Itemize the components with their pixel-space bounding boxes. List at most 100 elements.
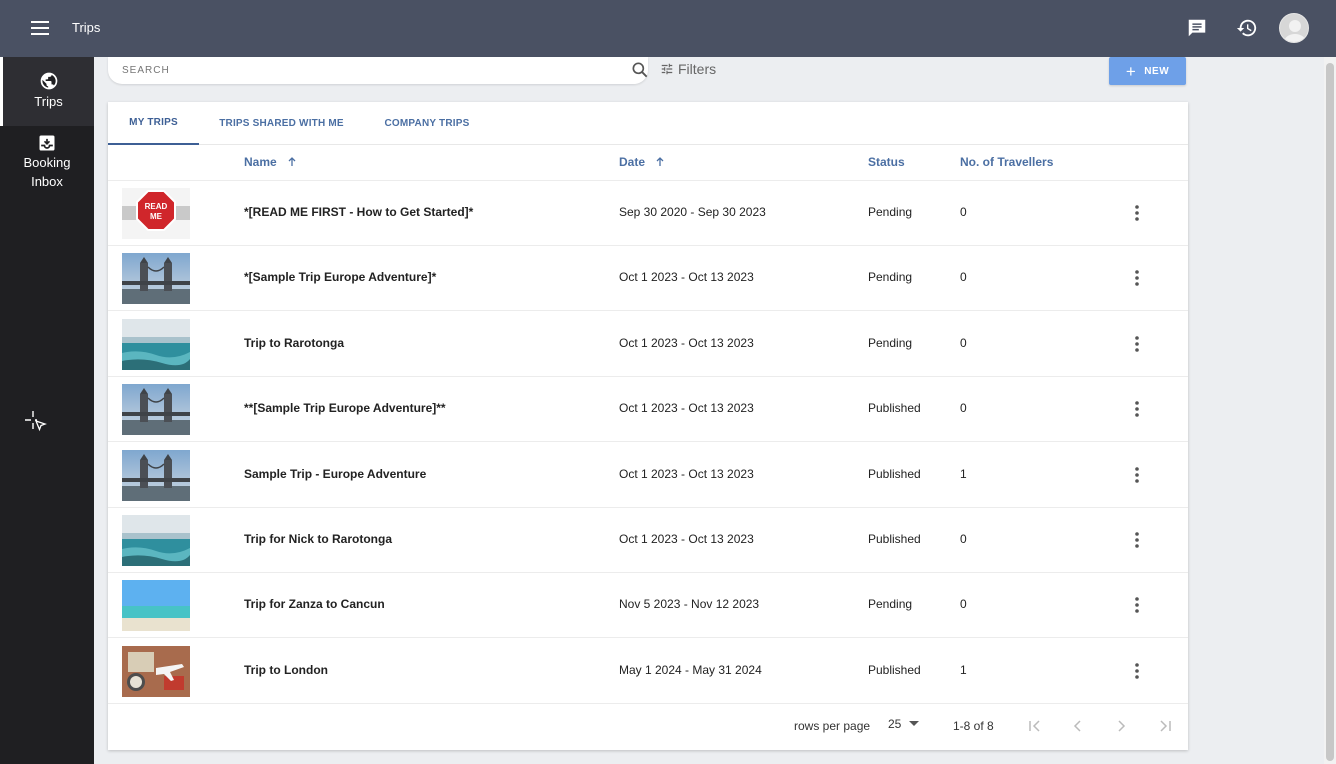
history-icon[interactable] xyxy=(1233,14,1261,42)
trip-name[interactable]: Trip to London xyxy=(244,663,328,677)
trip-status: Pending xyxy=(868,335,913,350)
sidebar-item-trips[interactable]: Trips xyxy=(0,57,94,126)
trip-date: Sep 30 2020 - Sep 30 2023 xyxy=(619,205,766,219)
more-vert-icon[interactable] xyxy=(1130,266,1144,290)
table-row[interactable]: Sample Trip - Europe Adventure Oct 1 2023… xyxy=(108,443,1188,508)
last-page-icon[interactable] xyxy=(1155,716,1175,736)
trip-status: Pending xyxy=(868,597,913,612)
inbox-icon xyxy=(39,135,55,151)
sort-ascending-icon xyxy=(288,157,296,166)
trip-name[interactable]: Trip for Zanza to Cancun xyxy=(244,597,385,611)
column-header-status[interactable]: Status xyxy=(868,155,905,169)
sidebar-item-booking-inbox[interactable]: Booking Inbox xyxy=(0,130,94,192)
scrollbar-thumb[interactable] xyxy=(1326,63,1334,761)
trip-travellers: 0 xyxy=(960,335,967,350)
previous-page-icon[interactable] xyxy=(1068,716,1088,736)
trip-date: Oct 1 2023 - Oct 13 2023 xyxy=(619,532,754,546)
search-input[interactable] xyxy=(122,61,602,79)
trip-thumbnail xyxy=(122,645,190,697)
trip-status: Published xyxy=(868,532,921,546)
sidebar-item-label: Booking xyxy=(23,155,71,170)
trip-travellers: 0 xyxy=(960,270,967,285)
search-icon[interactable] xyxy=(630,60,650,85)
trip-thumbnail xyxy=(122,253,190,305)
trip-thumbnail xyxy=(122,449,190,501)
table-row[interactable]: *[Sample Trip Europe Adventure]* Oct 1 20… xyxy=(108,246,1188,312)
more-vert-icon[interactable] xyxy=(1130,659,1144,683)
table-row[interactable]: READ ME *[READ ME FIRST - How to Get Start… xyxy=(108,181,1188,246)
rows-per-page-select[interactable]: 25 xyxy=(888,717,920,731)
sort-ascending-icon xyxy=(656,157,664,166)
sidebar-item-label: Trips xyxy=(34,94,63,109)
trip-thumbnail xyxy=(122,384,190,436)
filters-button[interactable]: Filters xyxy=(660,61,716,77)
trip-date: Oct 1 2023 - Oct 13 2023 xyxy=(619,270,754,285)
trip-status: Pending xyxy=(868,205,913,219)
chat-icon[interactable] xyxy=(1183,14,1211,42)
column-header-label: No. of Travellers xyxy=(960,155,1054,169)
trip-name[interactable]: Sample Trip - Europe Adventure xyxy=(244,467,426,481)
table-row[interactable]: Trip to Rarotonga Oct 1 2023 - Oct 13 202… xyxy=(108,312,1188,377)
trip-date: Oct 1 2023 - Oct 13 2023 xyxy=(619,401,754,416)
first-page-icon[interactable] xyxy=(1025,716,1045,736)
trip-thumbnail xyxy=(122,318,190,370)
new-trip-button[interactable]: + NEW xyxy=(1109,57,1186,85)
trip-name[interactable]: *[Sample Trip Europe Adventure]* xyxy=(244,270,436,284)
sidebar-item-label: Inbox xyxy=(31,174,63,189)
filters-label: Filters xyxy=(678,61,717,77)
trip-name[interactable]: **[Sample Trip Europe Adventure]** xyxy=(244,401,446,415)
tab-company-trips[interactable]: COMPANY TRIPS xyxy=(372,102,482,145)
top-app-bar: Trips xyxy=(0,0,1336,57)
column-header-label: Status xyxy=(868,155,905,169)
tab-trips-shared-with-me[interactable]: TRIPS SHARED WITH ME xyxy=(209,102,354,145)
plus-icon: + xyxy=(1125,61,1137,81)
more-vert-icon[interactable] xyxy=(1130,463,1144,487)
table-row[interactable]: **[Sample Trip Europe Adventure]** Oct 1 … xyxy=(108,377,1188,443)
trip-travellers: 0 xyxy=(960,532,967,546)
hamburger-menu-icon[interactable] xyxy=(26,16,54,40)
pagination-bar: rows per page 25 1-8 of 8 xyxy=(108,702,1188,750)
trip-name[interactable]: Trip for Nick to Rarotonga xyxy=(244,532,392,546)
page-scrollbar[interactable] xyxy=(1324,57,1336,764)
trip-travellers: 0 xyxy=(960,401,967,416)
trip-name[interactable]: *[READ ME FIRST - How to Get Started]* xyxy=(244,205,473,219)
table-row[interactable]: Trip to London May 1 2024 - May 31 2024 Pu… xyxy=(108,639,1188,704)
trip-name[interactable]: Trip to Rarotonga xyxy=(244,336,344,350)
more-vert-icon[interactable] xyxy=(1130,201,1144,225)
app-title: Trips xyxy=(72,20,101,35)
column-header-label: Date xyxy=(619,155,646,169)
tab-bar: MY TRIPS TRIPS SHARED WITH ME COMPANY TR… xyxy=(108,102,1188,145)
trip-travellers: 1 xyxy=(960,466,967,481)
more-vert-icon[interactable] xyxy=(1130,593,1144,617)
sidebar: Trips Booking Inbox xyxy=(0,57,94,764)
column-header-name[interactable]: Name xyxy=(244,155,297,169)
page-range: 1-8 of 8 xyxy=(953,719,994,733)
svg-text:ME: ME xyxy=(150,212,163,221)
trip-status: Published xyxy=(868,466,921,481)
trip-status: Published xyxy=(868,401,921,416)
trip-status: Pending xyxy=(868,270,913,285)
more-vert-icon[interactable] xyxy=(1130,332,1144,356)
table-row[interactable]: Trip for Nick to Rarotonga Oct 1 2023 - O… xyxy=(108,508,1188,573)
trip-travellers: 1 xyxy=(960,662,967,677)
trip-status: Published xyxy=(868,662,921,677)
user-avatar[interactable] xyxy=(1279,13,1309,43)
trip-thumbnail xyxy=(122,580,190,632)
trip-travellers: 0 xyxy=(960,597,967,612)
trip-date: Oct 1 2023 - Oct 13 2023 xyxy=(619,335,754,350)
tab-my-trips[interactable]: MY TRIPS xyxy=(108,102,199,145)
next-page-icon[interactable] xyxy=(1111,716,1131,736)
column-header-date[interactable]: Date xyxy=(619,155,665,169)
rows-per-page-value: 25 xyxy=(888,717,902,731)
rows-per-page-label: rows per page xyxy=(794,719,871,733)
trips-table-card: MY TRIPS TRIPS SHARED WITH ME COMPANY TR… xyxy=(108,102,1188,750)
column-header-travellers[interactable]: No. of Travellers xyxy=(960,155,1053,169)
more-vert-icon[interactable] xyxy=(1130,528,1144,552)
new-button-label: NEW xyxy=(1144,65,1170,77)
trip-travellers: 0 xyxy=(960,205,967,219)
cursor-icon xyxy=(23,409,49,440)
table-row[interactable]: Trip for Zanza to Cancun Nov 5 2023 - Nov… xyxy=(108,573,1188,639)
main-content: Filters + NEW MY TRIPS TRIPS SHARED WITH… xyxy=(94,57,1324,764)
trip-date: Oct 1 2023 - Oct 13 2023 xyxy=(619,466,754,481)
more-vert-icon[interactable] xyxy=(1130,397,1144,421)
